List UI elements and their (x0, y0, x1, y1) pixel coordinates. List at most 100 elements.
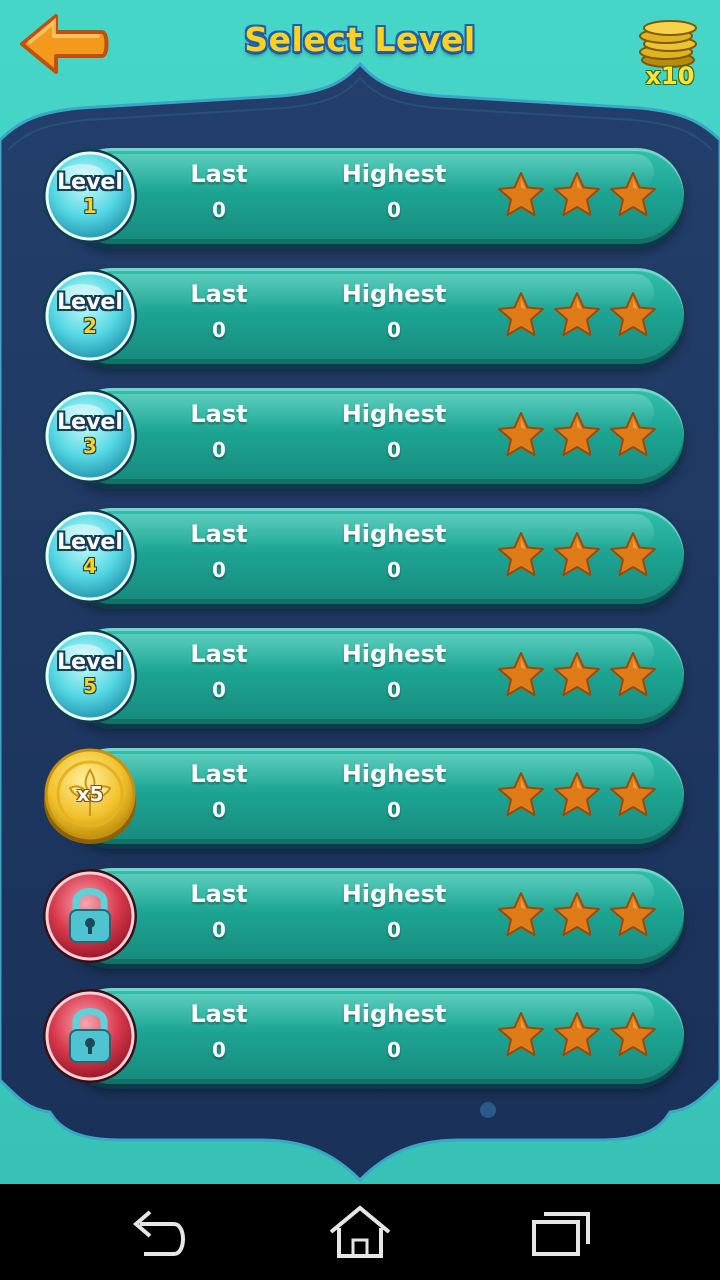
highest-score-label: Highest (341, 160, 447, 188)
level-badge[interactable]: Level 4 (40, 506, 140, 606)
star-rating (496, 1010, 666, 1062)
last-score-value: 0 (212, 198, 226, 222)
rating-star-icon (610, 892, 656, 936)
last-score-value: 0 (212, 558, 226, 582)
level-badge-number: 4 (83, 554, 97, 578)
highest-score-label: Highest (341, 760, 447, 788)
level-list: Level 1 Last 0 Highest 0 Level 2 Last 0 … (0, 0, 720, 1184)
home-icon (329, 1205, 391, 1258)
game-screen: Select Level x10 Level 1 Last 0 Highest … (0, 0, 720, 1184)
rating-star-icon (554, 412, 600, 456)
rating-star-icon (498, 172, 544, 216)
last-score-value: 0 (212, 318, 226, 342)
last-score-value: 0 (212, 438, 226, 462)
last-score-label: Last (190, 1000, 248, 1028)
nav-back-button[interactable] (114, 1202, 204, 1262)
last-score-label: Last (190, 640, 248, 668)
level-row[interactable]: Level 4 Last 0 Highest 0 (34, 502, 688, 610)
level-badge[interactable]: Level 5 (40, 626, 140, 726)
star-rating (496, 770, 666, 822)
rating-star-icon (498, 292, 544, 336)
rating-star-icon (498, 772, 544, 816)
lock-icon (43, 989, 137, 1083)
highest-score-value: 0 (387, 1038, 401, 1062)
level-badge-label: Level (57, 290, 123, 315)
last-score-label: Last (190, 400, 248, 428)
level-badge[interactable]: Level 2 (40, 266, 140, 366)
level-badge-number: 1 (83, 194, 97, 218)
level-row[interactable]: Level 3 Last 0 Highest 0 (34, 382, 688, 490)
rating-star-icon (554, 532, 600, 576)
highest-score-label: Highest (341, 400, 447, 428)
last-score-label: Last (190, 880, 248, 908)
level-row[interactable]: Last 0 Highest 0 (34, 862, 688, 970)
star-rating (496, 650, 666, 702)
level-row[interactable]: Level 2 Last 0 Highest 0 (34, 262, 688, 370)
level-badge-label: Level (57, 650, 123, 675)
level-badge[interactable] (40, 866, 140, 966)
level-badge-label: Level (57, 170, 123, 195)
rating-star-icon (498, 532, 544, 576)
highest-score-label: Highest (341, 640, 447, 668)
nav-home-button[interactable] (315, 1202, 405, 1262)
last-score-value: 0 (212, 918, 226, 942)
level-row[interactable]: Level 5 Last 0 Highest 0 (34, 622, 688, 730)
rating-star-icon (554, 892, 600, 936)
highest-score-value: 0 (387, 198, 401, 222)
highest-score-value: 0 (387, 798, 401, 822)
level-badge[interactable] (40, 986, 140, 1086)
level-badge-label: Level (57, 410, 123, 435)
star-rating (496, 410, 666, 462)
rating-star-icon (610, 652, 656, 696)
recent-apps-icon (532, 1212, 590, 1256)
highest-score-value: 0 (387, 318, 401, 342)
rating-star-icon (498, 412, 544, 456)
back-icon (132, 1210, 185, 1256)
star-rating (496, 290, 666, 342)
highest-score-label: Highest (341, 880, 447, 908)
rating-star-icon (610, 1012, 656, 1056)
rating-star-icon (610, 292, 656, 336)
highest-score-value: 0 (387, 678, 401, 702)
rating-star-icon (554, 1012, 600, 1056)
star-rating (496, 530, 666, 582)
highest-score-label: Highest (341, 520, 447, 548)
rating-star-icon (498, 892, 544, 936)
level-badge-number: 5 (83, 674, 97, 698)
rating-star-icon (610, 772, 656, 816)
rating-star-icon (554, 772, 600, 816)
level-row[interactable]: x5 Last 0 Highest 0 (34, 742, 688, 850)
highest-score-value: 0 (387, 558, 401, 582)
nav-recent-apps-button[interactable] (516, 1202, 606, 1262)
rating-star-icon (554, 652, 600, 696)
level-badge[interactable]: Level 3 (40, 386, 140, 486)
rating-star-icon (498, 1012, 544, 1056)
rating-star-icon (554, 292, 600, 336)
rating-star-icon (554, 172, 600, 216)
rating-star-icon (498, 652, 544, 696)
coin-reward-label: x5 (76, 782, 104, 806)
star-rating (496, 170, 666, 222)
level-row[interactable]: Last 0 Highest 0 (34, 982, 688, 1090)
last-score-label: Last (190, 520, 248, 548)
level-badge-label: Level (57, 530, 123, 555)
last-score-label: Last (190, 160, 248, 188)
level-row[interactable]: Level 1 Last 0 Highest 0 (34, 142, 688, 250)
rating-star-icon (610, 532, 656, 576)
last-score-value: 0 (212, 678, 226, 702)
last-score-label: Last (190, 760, 248, 788)
level-badge[interactable]: Level 1 (40, 146, 140, 246)
star-rating (496, 890, 666, 942)
level-badge-number: 3 (83, 434, 97, 458)
rating-star-icon (610, 412, 656, 456)
highest-score-label: Highest (341, 1000, 447, 1028)
system-navigation-bar (0, 1184, 720, 1280)
rating-star-icon (610, 172, 656, 216)
level-badge[interactable]: x5 (40, 746, 140, 846)
highest-score-label: Highest (341, 280, 447, 308)
last-score-value: 0 (212, 798, 226, 822)
level-badge-number: 2 (83, 314, 97, 338)
highest-score-value: 0 (387, 438, 401, 462)
last-score-label: Last (190, 280, 248, 308)
lock-icon (43, 869, 137, 963)
